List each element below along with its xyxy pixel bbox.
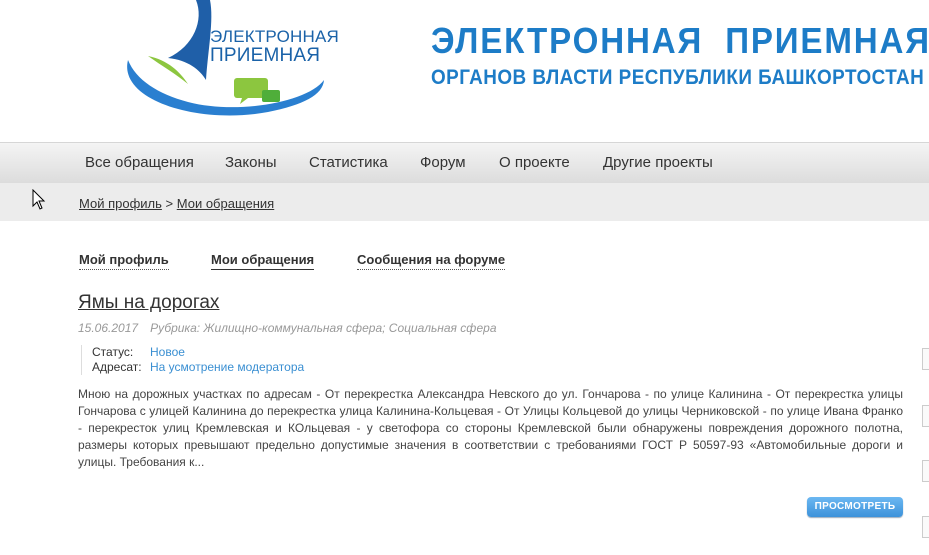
status-value: Новое [150,345,185,359]
appeal-body: Мною на дорожных участках по адресам - О… [78,387,903,469]
headline-line1: ЭЛЕКТРОННАЯ ПРИЕМНАЯ [431,20,929,61]
breadcrumb-my-appeals[interactable]: Мои обращения [177,196,274,211]
sidebar-field[interactable] [922,516,929,538]
nav-about[interactable]: О проекте [499,154,570,171]
logo-text: ЭЛЕКТРОННАЯ ПРИЕМНАЯ [210,27,339,65]
appeal-meta: 15.06.2017 Рубрика: Жилищно-коммунальная … [78,321,497,335]
status-label: Статус: [92,345,134,359]
appeal-date: 15.06.2017 [78,321,139,335]
sidebar-field[interactable] [922,405,929,427]
main-nav: Все обращения Законы Статистика Форум О … [0,142,929,184]
mouse-cursor-icon [32,189,46,210]
logo-line2: ПРИЕМНАЯ [210,45,321,66]
breadcrumb: Мой профиль > Мои обращения [0,183,929,221]
nav-laws[interactable]: Законы [225,154,277,171]
site-logo[interactable]: ЭЛЕКТРОННАЯ ПРИЕМНАЯ [118,0,339,122]
view-button[interactable]: ПРОСМОТРЕТЬ [807,497,903,517]
appeal-title[interactable]: Ямы на дорогах [78,292,219,314]
headline-line2: ОРГАНОВ ВЛАСТИ РЕСПУБЛИКИ БАШКОРТОСТАН [431,66,925,89]
breadcrumb-separator: > [165,196,174,211]
site-headline: ЭЛЕКТРОННАЯ ПРИЕМНАЯ ОРГАНОВ ВЛАСТИ РЕСП… [431,20,929,90]
sidebar-field[interactable] [922,348,929,370]
nav-statistics[interactable]: Статистика [309,154,388,171]
tab-my-appeals[interactable]: Мои обращения [211,252,315,270]
site-header: ЭЛЕКТРОННАЯ ПРИЕМНАЯ ЭЛЕКТРОННАЯ ПРИЕМНА… [0,0,929,142]
addressee-label: Адресат: [92,360,142,374]
tab-forum-messages[interactable]: Сообщения на форуме [357,252,506,270]
nav-other-projects[interactable]: Другие проекты [603,154,713,171]
tab-my-profile[interactable]: Мой профиль [79,252,169,270]
logo-line1: ЭЛЕКТРОННАЯ [210,27,339,46]
addressee-value: На усмотрение модератора [150,360,305,374]
appeal-details: Статус: Новое Адресат: На усмотрение модер… [81,345,304,375]
nav-all-appeals[interactable]: Все обращения [85,154,194,171]
nav-forum[interactable]: Форум [420,154,466,171]
appeal-rubric: Рубрика: Жилищно-коммунальная сфера; Соц… [150,321,497,335]
breadcrumb-trail: Мой профиль > Мои обращения [79,196,274,211]
sidebar-field[interactable] [922,460,929,482]
breadcrumb-my-profile[interactable]: Мой профиль [79,196,162,211]
